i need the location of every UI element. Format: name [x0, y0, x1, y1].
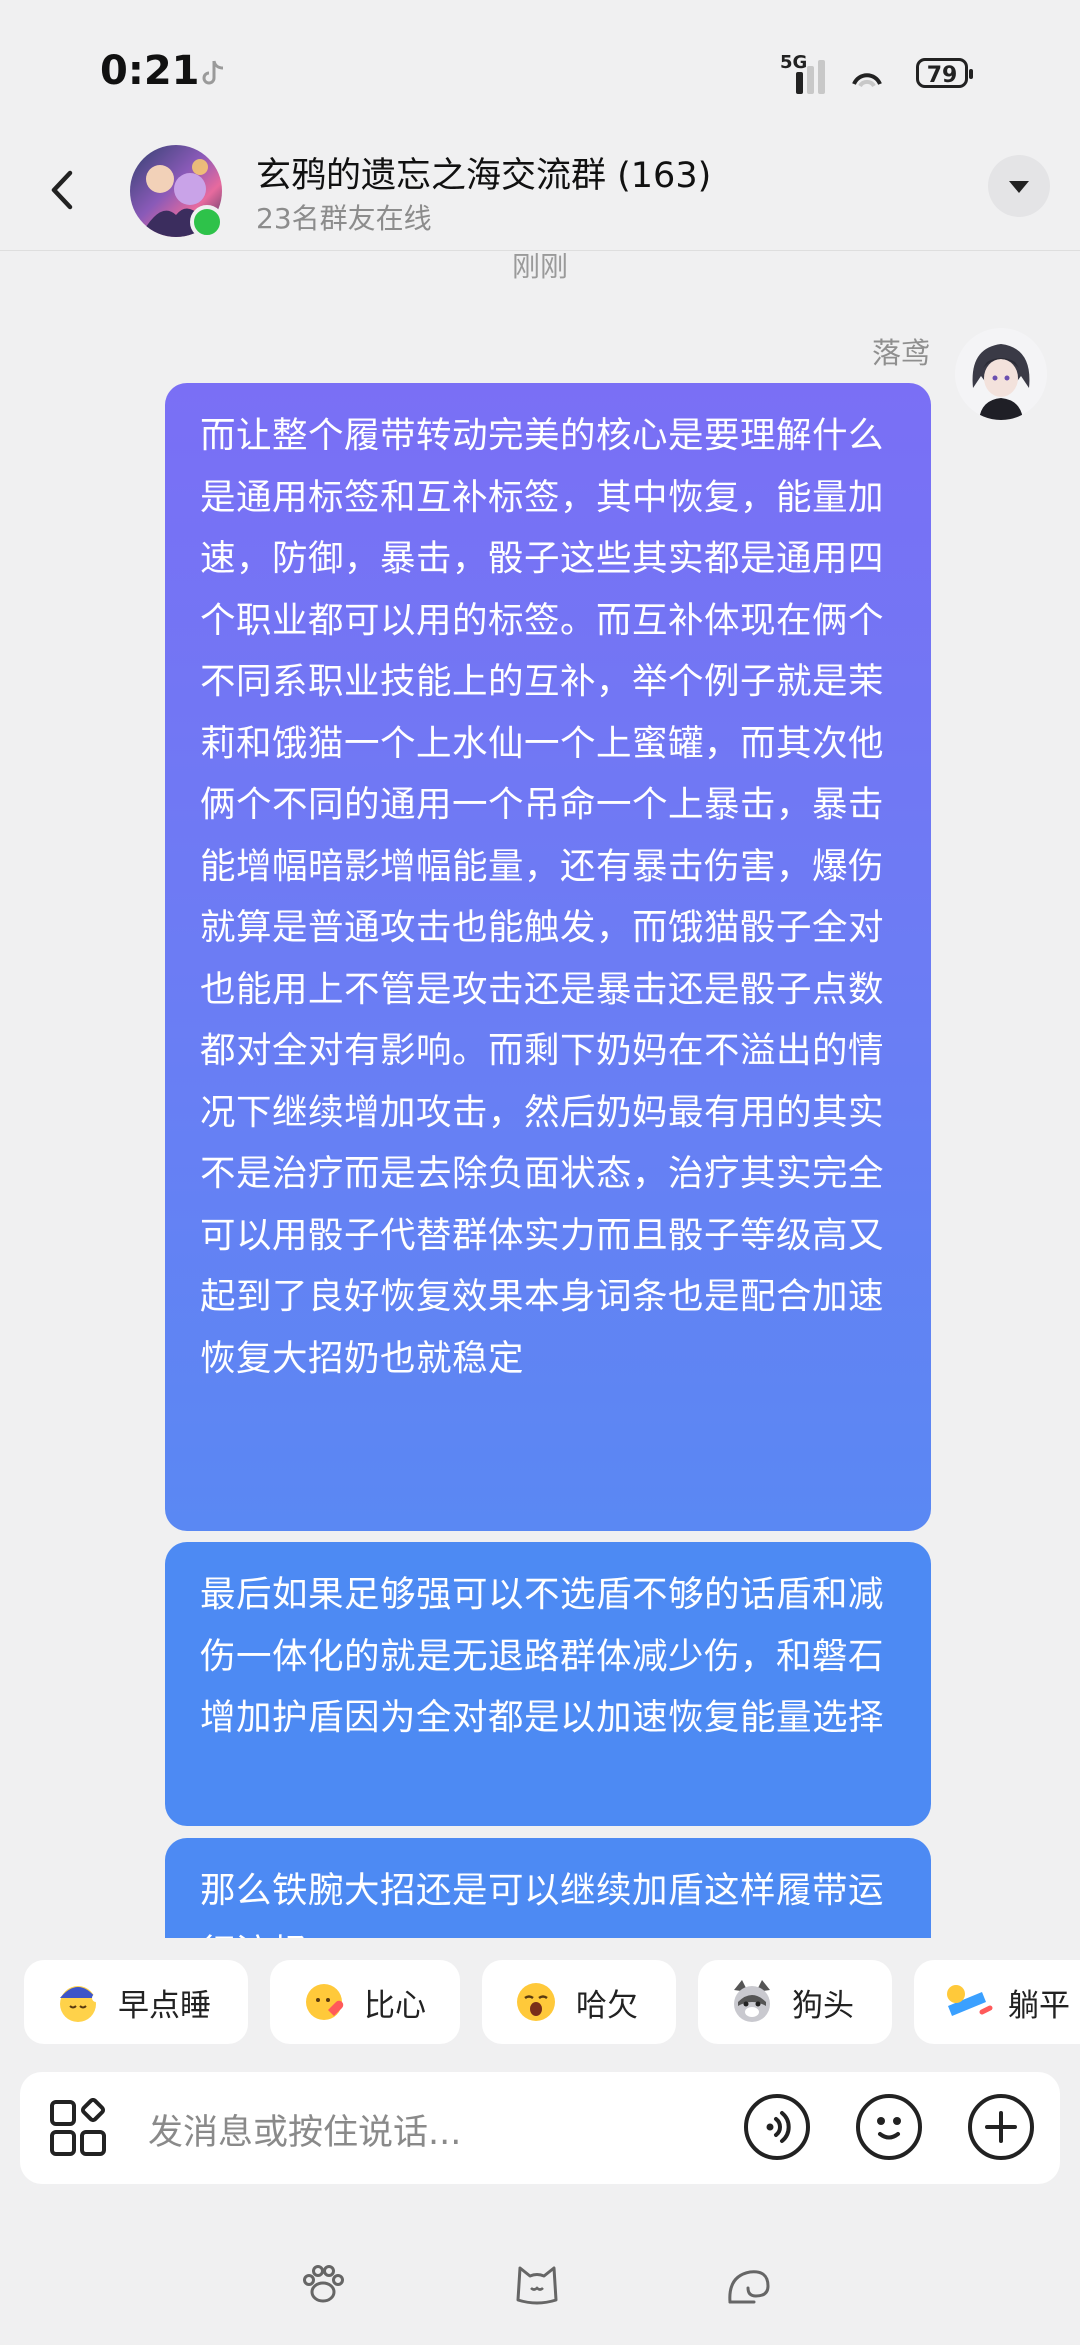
message-text: 而让整个履带转动完美的核心是要理解什么是通用标签和互补标签，其中恢复，能量加速，…	[200, 415, 885, 1379]
battery-level: 79	[926, 63, 958, 88]
quick-reply-chip[interactable]: 早点睡	[24, 1960, 248, 2044]
group-title[interactable]: 玄鸦的遗忘之海交流群 (163)	[256, 147, 711, 198]
voice-button[interactable]	[744, 2094, 810, 2160]
quick-reply-bar[interactable]: 早点睡 比心 哈欠 狗头 躺平	[0, 1938, 1080, 2058]
shell-icon[interactable]	[724, 2262, 774, 2308]
sleep-emoji-icon	[60, 1986, 100, 2022]
quick-reply-label: 比心	[364, 1987, 426, 2024]
message-list[interactable]: 而让整个履带转动完美的核心是要理解什么是通用标签和互补标签，其中恢复，能量加速，…	[0, 250, 1080, 1938]
chat-header: 玄鸦的遗忘之海交流群 (163) 23名群友在线	[0, 125, 1080, 251]
heart-hands-emoji-icon	[306, 1984, 344, 2020]
status-time: 0:21	[100, 48, 200, 94]
back-arrow-icon[interactable]	[42, 165, 82, 215]
battery-indicator: 79	[916, 58, 973, 88]
message-text: 那么铁腕大招还是可以继续加盾这样履带运行流畅	[200, 1870, 885, 1938]
quick-reply-chip[interactable]: 狗头	[698, 1960, 892, 2044]
bottom-navigation	[0, 2240, 1080, 2345]
online-count: 23名群友在线	[256, 202, 432, 235]
message-bubble[interactable]: 而让整个履带转动完美的核心是要理解什么是通用标签和互补标签，其中恢复，能量加速，…	[165, 383, 931, 1531]
apps-grid-icon[interactable]	[48, 2098, 108, 2158]
chevron-down-icon	[1009, 181, 1029, 193]
tiktok-notification-icon	[202, 60, 224, 85]
message-input[interactable]: 发消息或按住说话...	[148, 2104, 461, 2155]
message-input-bar: 发消息或按住说话...	[20, 2072, 1060, 2184]
message-bubble[interactable]: 最后如果足够强可以不选盾不够的话盾和减伤一体化的就是无退路群体减少伤，和磐石增加…	[165, 1542, 931, 1826]
dog-head-emoji-icon	[734, 1980, 770, 2022]
signal-indicator: 5G	[776, 52, 896, 101]
voice-wave-icon	[766, 2111, 791, 2143]
quick-reply-chip[interactable]: 躺平	[914, 1960, 1080, 2044]
add-button[interactable]	[968, 2094, 1034, 2160]
emoji-button[interactable]	[856, 2094, 922, 2160]
quick-reply-label: 早点睡	[118, 1987, 211, 2024]
yawn-emoji-icon	[517, 1983, 555, 2021]
message-bubble[interactable]: 那么铁腕大招还是可以继续加盾这样履带运行流畅	[165, 1838, 931, 1938]
quick-reply-label: 狗头	[792, 1987, 854, 2024]
quick-reply-chip[interactable]: 比心	[270, 1960, 460, 2044]
quick-reply-label: 哈欠	[576, 1987, 638, 2024]
cat-face-icon[interactable]	[512, 2262, 562, 2308]
paw-icon[interactable]	[298, 2262, 348, 2308]
header-dropdown-button[interactable]	[988, 155, 1050, 217]
smiley-face-icon	[877, 2117, 901, 2140]
lie-flat-emoji-icon	[947, 1985, 993, 2016]
message-text: 最后如果足够强可以不选盾不够的话盾和减伤一体化的就是无退路群体减少伤，和磐石增加…	[200, 1574, 885, 1738]
quick-reply-chip[interactable]: 哈欠	[482, 1960, 676, 2044]
plus-icon	[985, 2111, 1017, 2143]
network-type-label: 5G	[780, 52, 808, 73]
quick-reply-label: 躺平	[1008, 1987, 1070, 2024]
online-status-dot	[190, 205, 224, 239]
